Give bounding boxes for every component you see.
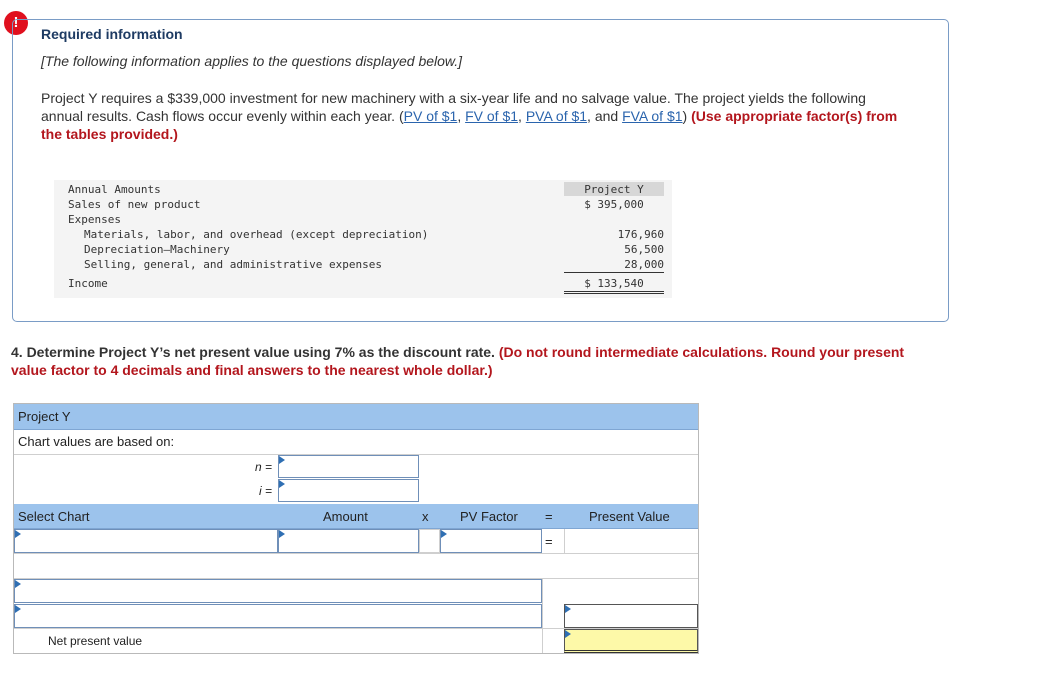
input-marker [279, 530, 285, 538]
divider [14, 553, 698, 554]
pv-factor-input[interactable] [440, 529, 542, 553]
pva-link[interactable]: PVA of $1 [526, 108, 587, 124]
n-label: n = [255, 460, 273, 474]
table-row: Selling, general, and administrative exp… [54, 257, 672, 273]
pv-total-input[interactable] [564, 604, 698, 628]
col-equals: = [545, 509, 553, 524]
input-marker [15, 605, 21, 613]
question-text: 4. Determine Project Y’s net present val… [11, 343, 911, 379]
sep: , [457, 108, 466, 124]
divider [564, 529, 565, 553]
col-pv-factor: PV Factor [460, 509, 518, 524]
worksheet-title-bar: Project Y [14, 404, 698, 430]
question-main: 4. Determine Project Y’s net present val… [11, 344, 499, 360]
input-marker [15, 580, 21, 588]
header-label: Annual Amounts [68, 183, 161, 196]
table-row: Depreciation—Machinery 56,500 [54, 242, 672, 257]
col-times: x [422, 509, 429, 524]
input-marker [565, 605, 571, 613]
annual-amounts-table: Annual Amounts Project Y Sales of new pr… [54, 180, 672, 298]
header-value: Project Y [584, 183, 644, 196]
row-label: Selling, general, and administrative exp… [84, 258, 383, 271]
row-value: $ 133,540 [564, 276, 664, 294]
npv-worksheet: Project Y Chart values are based on: n =… [13, 403, 699, 654]
table-header: Annual Amounts Project Y [54, 182, 672, 197]
total-select-1[interactable] [14, 579, 542, 603]
row-label: Depreciation—Machinery [84, 243, 230, 256]
row-value: 176,960 [617, 228, 664, 241]
chart-basis-label: Chart values are based on: [18, 434, 175, 449]
row-label: Income [68, 277, 108, 290]
divider [542, 579, 543, 653]
row-value: 56,500 [624, 243, 664, 256]
worksheet-title: Project Y [18, 409, 71, 424]
pv-link[interactable]: PV of $1 [404, 108, 458, 124]
i-label: i = [259, 484, 273, 498]
input-marker [565, 630, 571, 638]
select-chart-dropdown[interactable] [14, 529, 278, 553]
required-info-body: Project Y requires a $339,000 investment… [41, 89, 901, 143]
sep: , [518, 108, 526, 124]
input-marker [279, 456, 285, 464]
row-value: $ 395,000 [584, 198, 644, 211]
col-present-value: Present Value [589, 509, 670, 524]
row-label: Sales of new product [68, 198, 201, 211]
required-info-title: Required information [41, 26, 183, 42]
col-amount: Amount [323, 509, 368, 524]
npv-input[interactable] [564, 629, 698, 653]
row-label: Expenses [68, 213, 121, 226]
npv-label: Net present value [48, 634, 143, 648]
row-label: Materials, labor, and overhead (except d… [84, 228, 429, 241]
sep: ) [682, 108, 692, 124]
row-value: 28,000 [564, 257, 664, 273]
table-row: Sales of new product $ 395,000 [54, 197, 672, 212]
fv-link[interactable]: FV of $1 [465, 108, 518, 124]
input-marker [441, 530, 447, 538]
equals-sign: = [545, 534, 553, 549]
amount-input[interactable] [278, 529, 419, 553]
col-select-chart: Select Chart [18, 509, 90, 524]
n-input[interactable] [278, 455, 419, 478]
sep: , and [587, 108, 623, 124]
total-select-2[interactable] [14, 604, 542, 628]
input-marker [15, 530, 21, 538]
table-row: Materials, labor, and overhead (except d… [54, 227, 672, 242]
required-info-subtitle: [The following information applies to th… [41, 53, 463, 69]
times-cell [419, 529, 440, 553]
table-row: Income $ 133,540 [54, 276, 672, 294]
input-marker [279, 480, 285, 488]
table-row: Expenses [54, 212, 672, 227]
i-input[interactable] [278, 479, 419, 502]
fva-link[interactable]: FVA of $1 [622, 108, 682, 124]
column-header-row: Select Chart Amount x PV Factor = Presen… [14, 504, 698, 529]
